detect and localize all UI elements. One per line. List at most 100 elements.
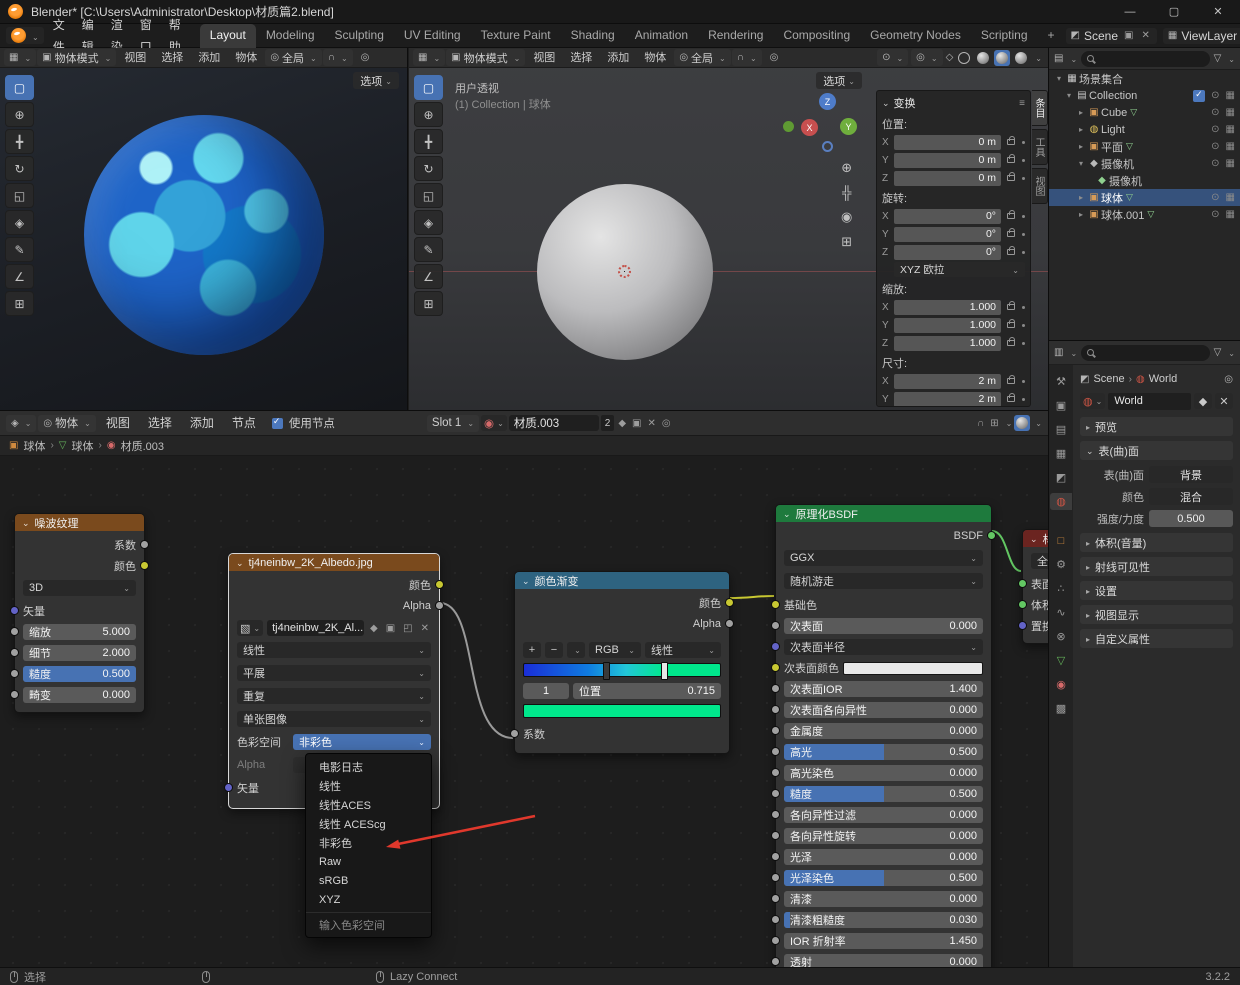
- socket-fac-out[interactable]: [140, 540, 149, 549]
- expand-icon[interactable]: ▸: [1075, 193, 1087, 202]
- socket-in[interactable]: [771, 936, 780, 945]
- move-tool[interactable]: ╋: [414, 129, 443, 154]
- breadcrumb-material[interactable]: 材质.003: [121, 438, 164, 454]
- socket-volume-in[interactable]: [1018, 600, 1027, 609]
- fake-user-shield-icon[interactable]: ◆: [616, 418, 628, 429]
- navigation-gizmo[interactable]: Z X Y: [783, 93, 869, 165]
- lock-icon[interactable]: [1007, 210, 1015, 219]
- expand-icon[interactable]: ▾: [1053, 74, 1065, 83]
- extension-dropdown[interactable]: 平展: [237, 665, 431, 681]
- eye-icon[interactable]: ⊙: [1211, 124, 1219, 135]
- socket-surface-in[interactable]: [1018, 579, 1027, 588]
- stop-color-swatch[interactable]: [523, 704, 721, 718]
- fake-user-shield-icon[interactable]: ◆: [1194, 393, 1212, 409]
- subsurface-color-swatch[interactable]: [843, 661, 983, 675]
- gizmo-y-axis[interactable]: Y: [840, 118, 857, 135]
- expand-icon[interactable]: ▸: [1075, 142, 1087, 151]
- lock-icon[interactable]: [1007, 136, 1015, 145]
- color-ramp-gradient[interactable]: [523, 662, 721, 680]
- dimensions-y-field[interactable]: 2 m: [894, 391, 1001, 406]
- repeat-dropdown[interactable]: 重复: [237, 688, 431, 704]
- cursor-tool[interactable]: ⊕: [414, 102, 443, 127]
- gizmo-neg-y-axis[interactable]: [783, 121, 794, 132]
- socket-in[interactable]: [771, 915, 780, 924]
- snap-toggle[interactable]: ∩: [323, 49, 353, 66]
- tab-compositing[interactable]: Compositing: [773, 24, 860, 48]
- overlay-grid-icon[interactable]: ⊞: [988, 418, 1000, 429]
- perspective-toggle-icon[interactable]: ⊞: [841, 234, 852, 250]
- animate-decorator-icon[interactable]: [1022, 232, 1025, 236]
- metallic-slider[interactable]: 金属度 0.000: [784, 723, 983, 739]
- panel-viewport-display[interactable]: 视图显示: [1080, 605, 1233, 624]
- rotation-mode-dropdown[interactable]: XYZ 欧拉: [894, 262, 1025, 277]
- expand-icon[interactable]: ▸: [1075, 210, 1087, 219]
- tab-constraints[interactable]: ⊗: [1050, 628, 1072, 645]
- unlink-world-icon[interactable]: ✕: [1215, 393, 1233, 409]
- socket-in[interactable]: [771, 621, 780, 630]
- tab-uv-editing[interactable]: UV Editing: [394, 24, 471, 48]
- socket-color-out[interactable]: [435, 580, 444, 589]
- transform-tool[interactable]: ◈: [5, 210, 34, 235]
- socket-color-out[interactable]: [140, 561, 149, 570]
- breadcrumb-mesh[interactable]: 球体: [72, 438, 94, 454]
- rotate-tool[interactable]: ↻: [414, 156, 443, 181]
- tab-modifiers[interactable]: ⚙: [1050, 556, 1072, 573]
- rotation-x-field[interactable]: 0°: [894, 208, 1001, 224]
- collapse-icon[interactable]: [783, 508, 791, 520]
- socket-fac-in[interactable]: [510, 729, 519, 738]
- tab-layout[interactable]: Layout: [199, 23, 256, 48]
- open-folder-icon[interactable]: ◰: [401, 623, 414, 634]
- menu-select[interactable]: 选择: [563, 48, 599, 67]
- unlink-scene-icon[interactable]: ✕: [1139, 30, 1151, 41]
- target-dropdown[interactable]: 全部: [1031, 553, 1048, 569]
- dimensions-x-field[interactable]: 2 m: [894, 373, 1001, 389]
- zoom-icon[interactable]: ⊕: [841, 160, 852, 176]
- proportional-edit-icon[interactable]: ◎: [763, 48, 786, 67]
- fake-user-shield-icon[interactable]: ◆: [368, 623, 380, 634]
- subsurface-anisotropy-slider[interactable]: 次表面各向异性 0.000: [784, 702, 983, 718]
- eye-icon[interactable]: ⊙: [1211, 158, 1219, 169]
- shading-material-button[interactable]: [994, 49, 1011, 66]
- minimize-button[interactable]: —: [1108, 0, 1152, 24]
- tab-sculpting[interactable]: Sculpting: [325, 24, 394, 48]
- tab-geometry-nodes[interactable]: Geometry Nodes: [860, 24, 971, 48]
- socket-bsdf-out[interactable]: [987, 531, 996, 540]
- new-material-icon[interactable]: ▣: [630, 418, 643, 429]
- camera-view-icon[interactable]: ◉: [841, 209, 852, 225]
- surface-shader-button[interactable]: 背景: [1149, 466, 1233, 483]
- tab-modeling[interactable]: Modeling: [256, 24, 325, 48]
- node-material-output[interactable]: 材质输出 全部 表面 体积 置换: [1018, 529, 1048, 644]
- lock-icon[interactable]: [1007, 393, 1015, 402]
- lock-icon[interactable]: [1007, 246, 1015, 255]
- scale-z-field[interactable]: 1.000: [894, 335, 1001, 351]
- menu-select[interactable]: 选择: [140, 412, 180, 434]
- animate-decorator-icon[interactable]: [1022, 379, 1025, 383]
- material-name-field[interactable]: 材质.003: [508, 415, 599, 431]
- tweak-select-tool[interactable]: ▢: [414, 75, 443, 100]
- socket-scale-in[interactable]: [10, 627, 19, 636]
- move-tool[interactable]: ╋: [5, 129, 34, 154]
- editor-type-button[interactable]: ▦: [4, 49, 36, 66]
- properties-editor-icon[interactable]: ▥: [1054, 347, 1063, 358]
- tab-physics[interactable]: ∿: [1050, 604, 1072, 621]
- orientation-dropdown[interactable]: ◎ 全局: [265, 49, 321, 66]
- socket-in[interactable]: [771, 768, 780, 777]
- location-y-field[interactable]: 0 m: [894, 152, 1001, 168]
- node-color-ramp[interactable]: 颜色渐变 颜色 Alpha + − RGB 线性 1 位置0.715: [510, 571, 734, 754]
- roughness-slider[interactable]: 糙度 0.500: [23, 666, 136, 682]
- menu-item-linear[interactable]: 线性: [306, 776, 431, 795]
- socket-base-color-in[interactable]: [771, 600, 780, 609]
- outliner-row-cube[interactable]: ▸ ▣ Cube ▽ ⊙ ▦: [1049, 104, 1240, 121]
- roughness-slider[interactable]: 糙度 0.500: [784, 786, 983, 802]
- interpolation-dropdown[interactable]: 线性: [645, 642, 721, 658]
- expand-icon[interactable]: ▸: [1075, 125, 1087, 134]
- source-dropdown[interactable]: 单张图像: [237, 711, 431, 727]
- ior-slider[interactable]: IOR 折射率 1.450: [784, 933, 983, 949]
- browse-world-button[interactable]: ◍: [1080, 393, 1106, 409]
- camera-restrict-icon[interactable]: ▦: [1226, 192, 1235, 203]
- snap-icon[interactable]: ∩: [975, 418, 986, 429]
- node-noise-texture[interactable]: 噪波纹理 系数 颜色 3D 矢量 缩放5.000 细节2.000 糙度0.500…: [10, 513, 149, 713]
- socket-vector-in[interactable]: [224, 783, 233, 792]
- scene-selector[interactable]: ◩ Scene ▣ ✕: [1065, 27, 1157, 44]
- eye-icon[interactable]: ⊙: [1211, 209, 1219, 220]
